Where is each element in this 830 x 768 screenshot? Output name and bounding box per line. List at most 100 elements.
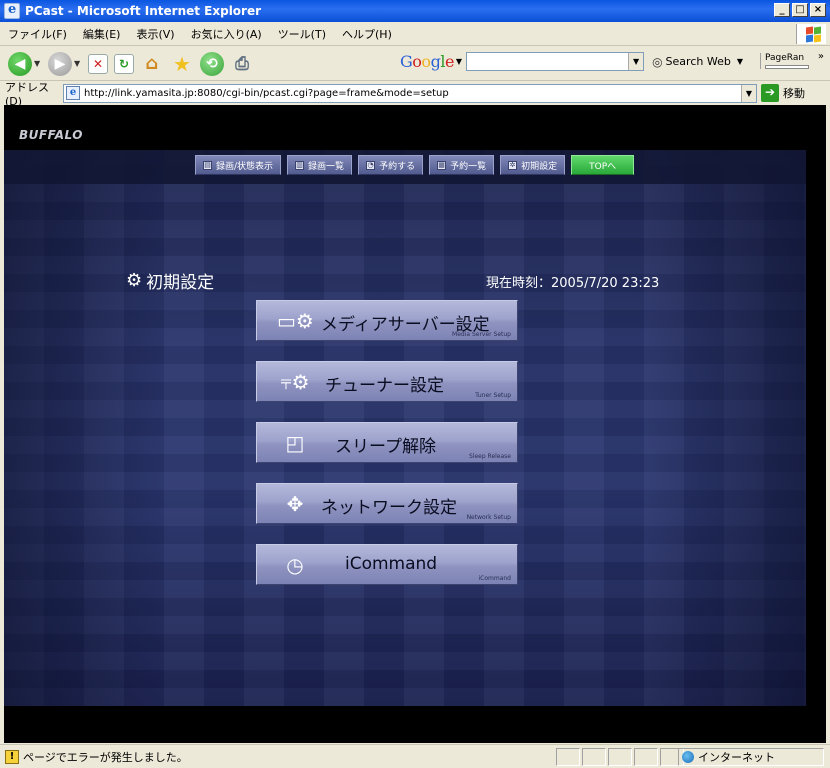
- search-web-button[interactable]: ◎ Search Web ▼: [652, 55, 743, 69]
- media-server-setup-sublabel: Media Server Setup: [452, 331, 511, 338]
- binoculars-icon: ◎: [652, 54, 663, 69]
- address-dropdown-icon[interactable]: ▼: [741, 84, 756, 102]
- minimize-button[interactable]: _: [774, 3, 790, 17]
- nav-initial-settings-button[interactable]: ✲ 初期設定: [500, 155, 566, 175]
- maximize-button[interactable]: □: [792, 3, 808, 17]
- status-panel: [634, 748, 658, 766]
- menu-tools[interactable]: ツール(T): [270, 26, 334, 42]
- address-label: アドレス(D): [5, 80, 49, 108]
- address-url[interactable]: http://link.yamasita.jp:8080/cgi-bin/pca…: [84, 88, 449, 99]
- tuner-icon: ⫧⚙: [280, 370, 310, 394]
- google-menu-dropdown-icon[interactable]: ▼: [456, 57, 462, 66]
- nav-recording-list-button[interactable]: ▥ 録画一覧: [287, 155, 353, 175]
- nav-reserve-label: 予約する: [379, 161, 416, 172]
- menu-help[interactable]: ヘルプ(H): [334, 26, 400, 42]
- search-web-dropdown-icon[interactable]: ▼: [737, 57, 743, 66]
- network-setup-button[interactable]: ✥ ネットワーク設定 Network Setup: [256, 483, 518, 524]
- address-input[interactable]: e http://link.yamasita.jp:8080/cgi-bin/p…: [63, 83, 757, 103]
- security-zone: インターネット: [678, 748, 824, 766]
- back-dropdown-icon[interactable]: ▼: [34, 59, 42, 68]
- forward-dropdown-icon[interactable]: ▼: [74, 59, 82, 68]
- go-label: 移動: [783, 87, 805, 100]
- toolbar-overflow-icon[interactable]: »: [818, 51, 824, 62]
- back-icon[interactable]: ◀: [8, 51, 32, 76]
- icommand-button[interactable]: ◷ iCommand iCommand: [256, 544, 518, 585]
- page-content: BUFFALO ▤ 録画/状態表示 ▥ 録画一覧 ◔ 予約する ▦ 予約一覧 ✲…: [4, 105, 826, 743]
- google-logo[interactable]: Google: [400, 52, 454, 71]
- gear-icon: ✲: [508, 160, 518, 170]
- forward-icon[interactable]: ▶: [48, 51, 72, 76]
- nav-recording-status-label: 録画/状態表示: [216, 161, 274, 172]
- status-panel: [608, 748, 632, 766]
- current-time-value: 2005/7/20 23:23: [551, 276, 660, 291]
- history-icon[interactable]: ⟲: [200, 51, 224, 76]
- google-search-input[interactable]: ▼: [466, 52, 645, 71]
- icommand-sublabel: iCommand: [478, 575, 511, 582]
- globe-icon: [682, 751, 694, 763]
- nav-initial-settings-label: 初期設定: [521, 161, 558, 172]
- current-time-label: 現在時刻：: [486, 276, 552, 291]
- ie-icon: [4, 2, 20, 19]
- top-navigation: ▤ 録画/状態表示 ▥ 録画一覧 ◔ 予約する ▦ 予約一覧 ✲ 初期設定 TO…: [195, 155, 635, 175]
- window-title-bar: PCast - Microsoft Internet Explorer _ □ …: [0, 0, 830, 22]
- nav-reservation-list-button[interactable]: ▦ 予約一覧: [429, 155, 495, 175]
- buffalo-logo: BUFFALO: [19, 128, 83, 142]
- tuner-setup-sublabel: Tuner Setup: [475, 392, 511, 399]
- pagerank-bar: [765, 65, 809, 69]
- media-server-icon: ▭⚙: [277, 309, 314, 333]
- search-web-label: Search Web: [665, 55, 731, 68]
- tuner-setup-button[interactable]: ⫧⚙ チューナー設定 Tuner Setup: [256, 361, 518, 402]
- remote-signal-icon: ◷: [286, 553, 304, 577]
- sleep-release-label: スリープ解除: [335, 437, 436, 457]
- google-search-dropdown-icon[interactable]: ▼: [628, 53, 644, 70]
- schedule-icon: ▦: [437, 160, 447, 170]
- nav-reservation-list-label: 予約一覧: [450, 161, 487, 172]
- nav-recording-status-button[interactable]: ▤ 録画/状態表示: [195, 155, 282, 175]
- nav-reserve-button[interactable]: ◔ 予約する: [358, 155, 424, 175]
- stop-icon[interactable]: ✕: [88, 53, 108, 74]
- current-time: 現在時刻：2005/7/20 23:23: [486, 272, 659, 291]
- warning-icon[interactable]: !: [5, 749, 19, 764]
- menu-edit[interactable]: 編集(E): [75, 26, 129, 42]
- monitor-icon: ▤: [203, 160, 212, 170]
- status-panel: [556, 748, 580, 766]
- sleep-monitor-icon: ◰: [285, 431, 305, 455]
- menu-favorites[interactable]: お気に入り(A): [183, 26, 270, 42]
- favorites-star-icon[interactable]: ★: [170, 52, 194, 76]
- status-bar: ! ページでエラーが発生しました。 インターネット: [0, 744, 830, 768]
- document-icon: ▥: [295, 160, 305, 170]
- address-bar: アドレス(D) e http://link.yamasita.jp:8080/c…: [0, 81, 830, 108]
- windows-logo-icon: [796, 24, 826, 44]
- menu-file[interactable]: ファイル(F): [0, 26, 75, 42]
- sleep-release-sublabel: Sleep Release: [468, 453, 511, 460]
- refresh-icon[interactable]: ↻: [114, 53, 134, 74]
- network-setup-label: ネットワーク設定: [321, 498, 457, 518]
- nav-top-button[interactable]: TOPへ: [571, 155, 635, 175]
- window-title: PCast - Microsoft Internet Explorer: [25, 4, 262, 18]
- go-arrow-icon: ➔: [761, 84, 779, 102]
- status-panels: [556, 748, 686, 766]
- network-icon: ✥: [286, 492, 304, 516]
- menu-bar: ファイル(F) 編集(E) 表示(V) お気に入り(A) ツール(T) ヘルプ(…: [0, 22, 830, 46]
- clock-icon: ◔: [366, 160, 376, 170]
- status-panel: [582, 748, 606, 766]
- network-setup-sublabel: Network Setup: [466, 514, 511, 521]
- close-button[interactable]: ×: [810, 3, 826, 17]
- tuner-setup-label: チューナー設定: [325, 376, 444, 396]
- menu-view[interactable]: 表示(V): [128, 26, 182, 42]
- nav-recording-list-label: 録画一覧: [308, 161, 345, 172]
- print-icon[interactable]: ⎙: [230, 52, 254, 76]
- pagerank-label: PageRan: [765, 53, 805, 63]
- toolbar: ◀ ▼ ▶ ▼ ✕ ↻ ⌂ ★ ⟲ ⎙ Google ▼ ▼ ◎ Search …: [0, 47, 830, 81]
- sleep-release-button[interactable]: ◰ スリープ解除 Sleep Release: [256, 422, 518, 463]
- go-button[interactable]: ➔ 移動: [761, 84, 805, 102]
- pagerank-indicator[interactable]: PageRan: [760, 53, 809, 69]
- page-title-text: 初期設定: [146, 273, 215, 293]
- media-server-setup-button[interactable]: ▭⚙ メディアサーバー設定 Media Server Setup: [256, 300, 518, 341]
- home-icon[interactable]: ⌂: [140, 52, 164, 76]
- page-icon: e: [66, 86, 80, 100]
- nav-top-label: TOPへ: [589, 161, 617, 172]
- page-title: ⚙ 初期設定: [126, 268, 214, 293]
- icommand-label: iCommand: [345, 554, 438, 574]
- status-text: ページでエラーが発生しました。: [23, 750, 188, 764]
